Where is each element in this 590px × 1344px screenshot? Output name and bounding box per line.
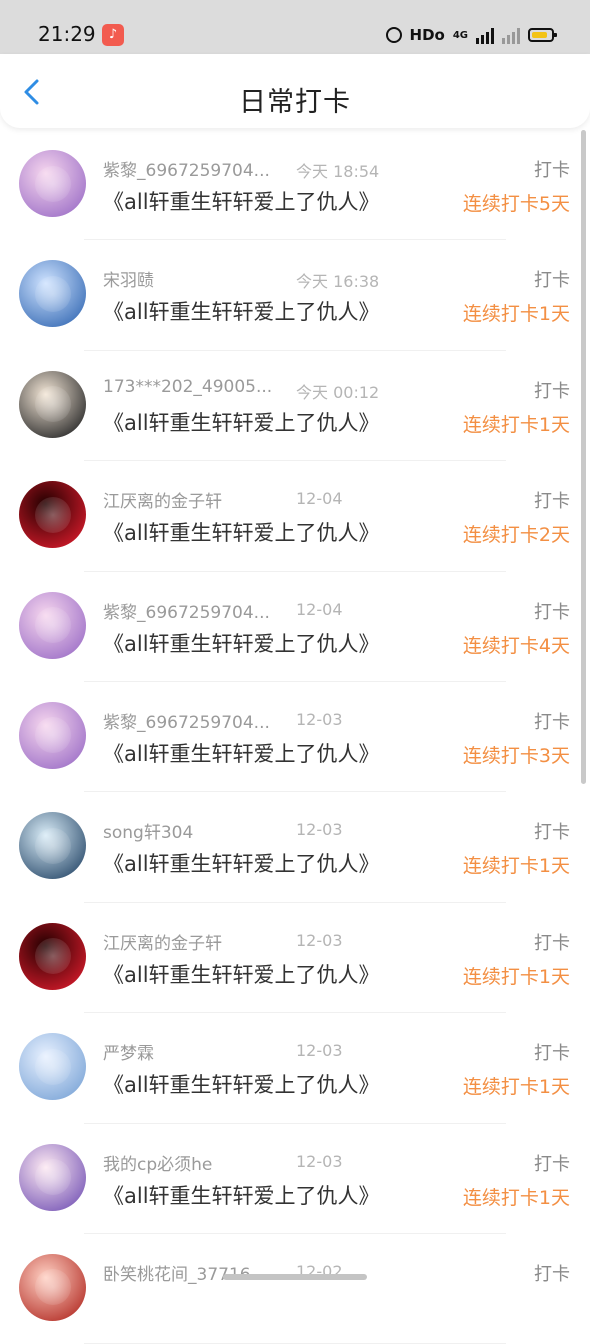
book-title[interactable]: 《all轩重生轩轩爱上了仇人》 bbox=[103, 1180, 380, 1210]
avatar[interactable] bbox=[19, 591, 86, 659]
list-item[interactable]: 173***202_49005... 今天 00:12 《all轩重生轩轩爱上了仇人… bbox=[0, 351, 590, 462]
avatar[interactable] bbox=[19, 370, 86, 438]
streak-label: 连续打卡1天 bbox=[462, 1186, 570, 1209]
streak-label: 连续打卡3天 bbox=[462, 744, 570, 767]
user-name[interactable]: 江厌离的金子轩 bbox=[103, 929, 222, 954]
status-time: 21:29 bbox=[38, 22, 96, 46]
user-name[interactable]: 宋羽赜 bbox=[103, 266, 154, 291]
list-item[interactable]: 我的cp必须he 12-03 《all轩重生轩轩爱上了仇人》 打卡连续打卡1天 bbox=[0, 1124, 590, 1234]
network-label: 4G bbox=[452, 29, 468, 41]
signal-icon bbox=[476, 26, 494, 44]
checkin-action-label: 打卡 bbox=[534, 380, 570, 402]
user-name[interactable]: 我的cp必须he bbox=[103, 1150, 212, 1175]
streak-label: 连续打卡1天 bbox=[462, 413, 570, 436]
checkin-time: 12-03 bbox=[296, 820, 343, 840]
checkin-action-label: 打卡 bbox=[534, 270, 570, 292]
user-name[interactable]: 紫黎_6967259704... bbox=[103, 156, 270, 181]
avatar[interactable] bbox=[19, 1143, 86, 1211]
checkin-time: 今天 16:38 bbox=[296, 272, 380, 292]
avatar[interactable] bbox=[19, 1253, 86, 1321]
checkin-action-label: 打卡 bbox=[534, 1263, 570, 1285]
checkin-time: 12-03 bbox=[296, 709, 343, 729]
checkin-action-label: 打卡 bbox=[534, 822, 570, 844]
music-app-icon: ♪ bbox=[102, 24, 124, 46]
checkin-action-label: 打卡 bbox=[534, 711, 570, 733]
streak-label: 连续打卡1天 bbox=[462, 855, 570, 878]
checkin-time: 今天 18:54 bbox=[296, 162, 380, 181]
streak-label: 连续打卡1天 bbox=[462, 965, 570, 988]
list-item[interactable]: 卧笑桃花间_37716... 12-02 打卡 bbox=[0, 1234, 590, 1344]
user-name[interactable]: 严梦霖 bbox=[103, 1039, 154, 1064]
status-icons: HDo 4G bbox=[385, 24, 557, 46]
list-item[interactable]: 宋羽赜 今天 16:38 《all轩重生轩轩爱上了仇人》 打卡连续打卡1天 bbox=[0, 240, 590, 351]
checkin-action-label: 打卡 bbox=[534, 1153, 570, 1175]
avatar[interactable] bbox=[19, 701, 86, 769]
list-item[interactable]: 严梦霖 12-03 《all轩重生轩轩爱上了仇人》 打卡连续打卡1天 bbox=[0, 1013, 590, 1124]
home-indicator[interactable] bbox=[223, 1274, 367, 1280]
list-item[interactable]: 紫黎_6967259704... 12-03 《all轩重生轩轩爱上了仇人》 打卡连续… bbox=[0, 682, 590, 793]
checkin-time: 12-04 bbox=[296, 599, 343, 619]
streak-label: 连续打卡2天 bbox=[462, 524, 570, 547]
book-title[interactable]: 《all轩重生轩轩爱上了仇人》 bbox=[103, 517, 380, 547]
list-item[interactable]: 江厌离的金子轩 12-04 《all轩重生轩轩爱上了仇人》 打卡连续打卡2天 bbox=[0, 461, 590, 572]
checkin-time: 12-03 bbox=[296, 1041, 343, 1061]
book-title[interactable]: 《all轩重生轩轩爱上了仇人》 bbox=[103, 959, 380, 989]
avatar[interactable] bbox=[19, 481, 86, 549]
signal-secondary-icon bbox=[502, 26, 520, 44]
user-name[interactable]: 江厌离的金子轩 bbox=[103, 487, 222, 512]
book-title[interactable]: 《all轩重生轩轩爱上了仇人》 bbox=[103, 628, 380, 658]
app-header: 日常打卡 bbox=[0, 54, 590, 128]
hd-indicator: HDo bbox=[409, 26, 445, 44]
user-name[interactable]: 紫黎_6967259704... bbox=[103, 708, 270, 733]
list-item[interactable]: song轩304 12-03 《all轩重生轩轩爱上了仇人》 打卡连续打卡1天 bbox=[0, 792, 590, 903]
user-name[interactable]: 紫黎_6967259704... bbox=[103, 598, 270, 623]
avatar[interactable] bbox=[19, 150, 86, 217]
book-title[interactable]: 《all轩重生轩轩爱上了仇人》 bbox=[103, 186, 380, 216]
status-bar: 21:29 ♪ HDo 4G bbox=[0, 0, 590, 54]
user-name[interactable]: 卧笑桃花间_37716... bbox=[103, 1260, 267, 1285]
avatar[interactable] bbox=[19, 260, 86, 328]
streak-label: 连续打卡5天 bbox=[462, 193, 570, 215]
book-title[interactable]: 《all轩重生轩轩爱上了仇人》 bbox=[103, 296, 380, 326]
page-title: 日常打卡 bbox=[239, 87, 351, 118]
checkin-action-label: 打卡 bbox=[534, 160, 570, 181]
book-title[interactable]: 《all轩重生轩轩爱上了仇人》 bbox=[103, 848, 380, 878]
checkin-action-label: 打卡 bbox=[534, 491, 570, 513]
list-item[interactable]: 紫黎_6967259704... 12-04 《all轩重生轩轩爱上了仇人》 打卡连续… bbox=[0, 572, 590, 682]
list-item[interactable]: 紫黎_6967259704... 今天 18:54 《all轩重生轩轩爱上了仇人》 打… bbox=[0, 130, 590, 241]
checkin-time: 今天 00:12 bbox=[296, 382, 380, 402]
user-name[interactable]: 173***202_49005... bbox=[103, 377, 272, 397]
book-title[interactable]: 《all轩重生轩轩爱上了仇人》 bbox=[103, 738, 380, 768]
avatar[interactable] bbox=[19, 1033, 86, 1101]
scrollbar[interactable] bbox=[581, 130, 586, 784]
streak-label: 连续打卡4天 bbox=[462, 634, 570, 657]
checkin-action-label: 打卡 bbox=[534, 601, 570, 623]
battery-icon bbox=[528, 28, 557, 42]
checkin-list: 紫黎_6967259704... 今天 18:54 《all轩重生轩轩爱上了仇人》打… bbox=[0, 130, 590, 1344]
avatar[interactable] bbox=[19, 922, 86, 990]
streak-label: 连续打卡1天 bbox=[462, 303, 570, 326]
checkin-time: 12-03 bbox=[296, 1151, 343, 1171]
checkin-time: 12-03 bbox=[296, 930, 343, 950]
checkin-action-label: 打卡 bbox=[534, 1043, 570, 1065]
avatar[interactable] bbox=[19, 812, 86, 880]
user-name[interactable]: song轩304 bbox=[103, 818, 193, 843]
book-title[interactable]: 《all轩重生轩轩爱上了仇人》 bbox=[103, 407, 380, 437]
list-item[interactable]: 江厌离的金子轩 12-03 《all轩重生轩轩爱上了仇人》 打卡连续打卡1天 bbox=[0, 903, 590, 1014]
streak-label: 连续打卡1天 bbox=[462, 1076, 570, 1099]
alarm-icon bbox=[385, 27, 402, 43]
checkin-action-label: 打卡 bbox=[534, 932, 570, 954]
book-title[interactable]: 《all轩重生轩轩爱上了仇人》 bbox=[103, 1069, 380, 1099]
checkin-time: 12-04 bbox=[296, 489, 343, 509]
